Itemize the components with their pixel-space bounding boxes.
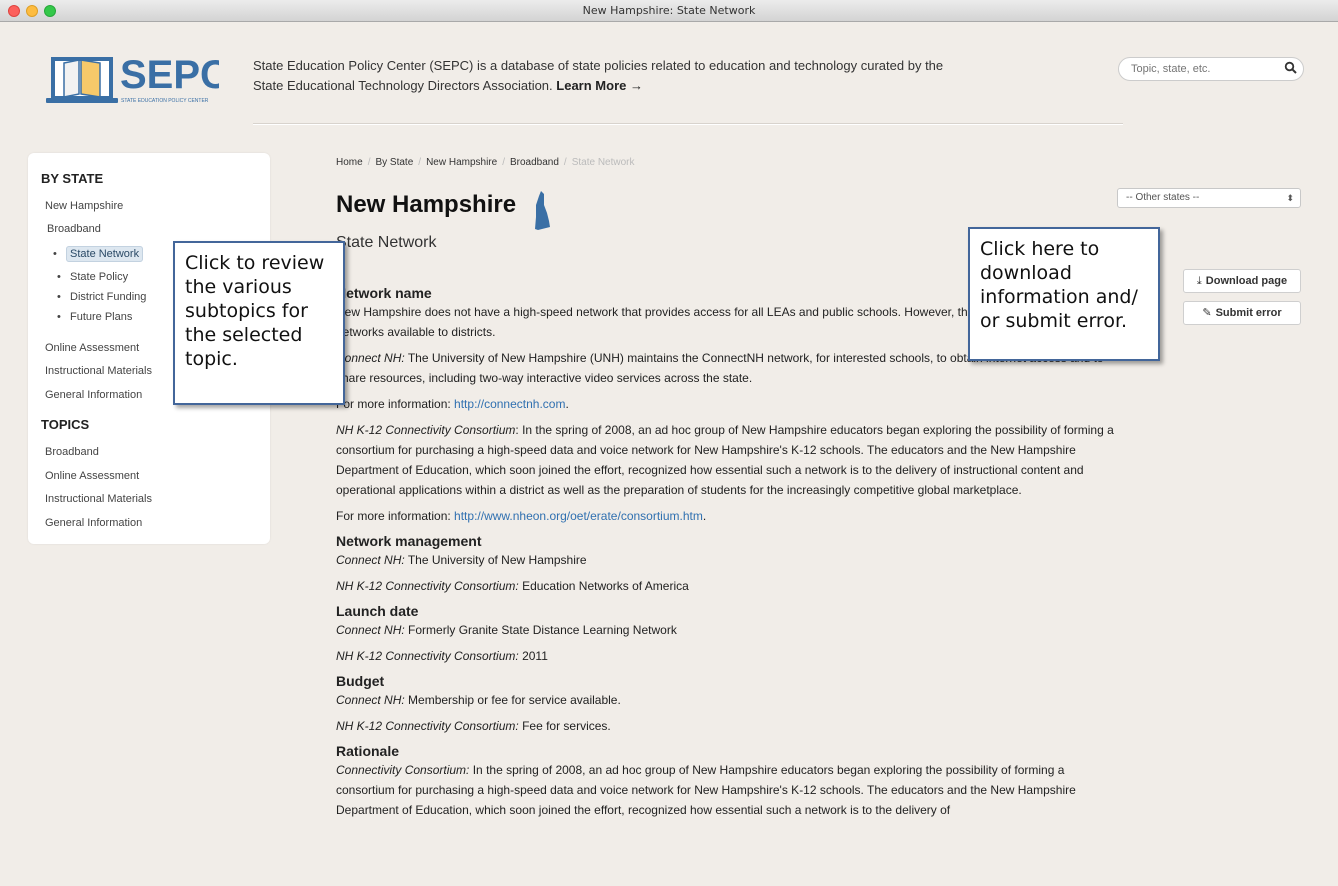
paragraph-text: .	[565, 397, 569, 411]
logo-subtext: STATE EDUCATION POLICY CENTER	[121, 98, 209, 104]
section-heading-launch-date: Launch date	[336, 603, 419, 619]
sidebar-item-instructional-materials[interactable]: Instructional Materials	[45, 365, 152, 377]
label-text: Connect NH:	[336, 623, 405, 637]
label-text: Connect NH:	[336, 351, 405, 365]
search-input[interactable]	[1118, 57, 1304, 81]
topic-instructional-materials[interactable]: Instructional Materials	[45, 493, 152, 505]
download-page-button[interactable]: ⤓ Download page	[1183, 269, 1301, 293]
section-heading-budget: Budget	[336, 673, 385, 689]
by-state-heading: BY STATE	[41, 171, 104, 186]
label-text: Connectivity Consortium:	[336, 763, 470, 777]
submit-error-button[interactable]: ✎ Submit error	[1183, 301, 1301, 325]
paragraph-text: .	[702, 509, 707, 523]
minimize-window-button[interactable]	[26, 5, 38, 17]
download-icon: ⤓	[1196, 275, 1202, 287]
header-divider	[253, 123, 1123, 125]
topic-general-information[interactable]: General Information	[45, 517, 142, 529]
section-heading-network-management: Network management	[336, 533, 482, 549]
paragraph-text: Formerly Granite State Distance Learning…	[404, 623, 677, 637]
label-text: NH K-12 Connectivity Consortium:	[336, 579, 519, 593]
paragraph: Connectivity Consortium: In the spring o…	[336, 760, 1116, 820]
close-window-button[interactable]	[8, 5, 20, 17]
callout-subtopics: Click to review the various subtopics fo…	[173, 241, 345, 405]
consortium-link[interactable]: http://www.nheon.org/oet/erate/consortiu…	[454, 509, 703, 523]
breadcrumb-by-state[interactable]: By State	[375, 157, 413, 168]
breadcrumb-new-hampshire[interactable]: New Hampshire	[426, 157, 497, 168]
label-text: NH K-12 Connectivity Consortium	[336, 423, 516, 437]
section-heading-rationale: Rationale	[336, 743, 400, 759]
other-states-select[interactable]: -- Other states -- ⬍	[1117, 188, 1301, 208]
topic-online-assessment[interactable]: Online Assessment	[45, 470, 139, 482]
breadcrumb-current: State Network	[571, 157, 635, 168]
sepc-logo[interactable]: SEPC STATE EDUCATION POLICY CENTER	[44, 50, 219, 106]
paragraph: NH K-12 Connectivity Consortium: Educati…	[336, 576, 1116, 596]
paragraph: NH K-12 Connectivity Consortium: Fee for…	[336, 716, 1116, 736]
label-text: Connect NH:	[336, 693, 405, 707]
page-subtitle: State Network	[336, 234, 437, 251]
paragraph-text: For more information:	[336, 509, 455, 523]
paragraph-text: Membership or fee for service available.	[404, 693, 621, 707]
sidebar-subtopic-district-funding[interactable]: District Funding	[57, 291, 146, 303]
other-states-select-value: -- Other states --	[1126, 192, 1200, 203]
label-text: NH K-12 Connectivity Consortium:	[336, 649, 519, 663]
sidebar-item-new-hampshire[interactable]: New Hampshire	[45, 200, 123, 212]
paragraph-text: For more information:	[336, 397, 455, 411]
connectnh-link[interactable]: http://connectnh.com	[454, 397, 565, 411]
topic-broadband[interactable]: Broadband	[45, 446, 99, 458]
paragraph-text: The University of New Hampshire	[404, 553, 587, 567]
paragraph: For more information: http://www.nheon.o…	[336, 506, 1116, 526]
logo-text: SEPC	[120, 53, 219, 97]
learn-more-link[interactable]: Learn More →	[556, 78, 643, 93]
sidebar-subtopic-state-policy[interactable]: State Policy	[57, 271, 128, 283]
zoom-window-button[interactable]	[44, 5, 56, 17]
topics-heading: TOPICS	[41, 417, 90, 432]
sidebar-item-broadband[interactable]: Broadband	[47, 223, 101, 235]
main-content: Network name New Hampshire does not have…	[336, 280, 1116, 826]
breadcrumb-broadband[interactable]: Broadband	[510, 157, 559, 168]
callout-download: Click here to download information and/ …	[968, 227, 1160, 361]
search-icon[interactable]	[1284, 61, 1298, 75]
sidebar-subtopic-state-network[interactable]: State Network	[53, 246, 144, 262]
label-text: Connect NH:	[336, 553, 405, 567]
paragraph: NH K-12 Connectivity Consortium: In the …	[336, 420, 1116, 500]
paragraph: Connect NH: Membership or fee for servic…	[336, 690, 1116, 710]
sidebar-item-general-information[interactable]: General Information	[45, 389, 142, 401]
paragraph-text: Fee for services.	[518, 719, 611, 733]
sidebar-subtopic-label: State Network	[66, 246, 144, 262]
paragraph: For more information: http://connectnh.c…	[336, 394, 1116, 414]
paragraph: Connect NH: Formerly Granite State Dista…	[336, 620, 1116, 640]
site-intro: State Education Policy Center (SEPC) is …	[253, 56, 973, 96]
label-text: NH K-12 Connectivity Consortium:	[336, 719, 519, 733]
page-title: New Hampshire	[336, 191, 517, 218]
new-hampshire-shape-icon	[535, 191, 550, 230]
submit-error-label: Submit error	[1215, 307, 1282, 319]
paragraph-text: 2011	[518, 649, 548, 663]
breadcrumb-home[interactable]: Home	[336, 157, 363, 168]
download-page-label: Download page	[1205, 275, 1288, 287]
paragraph: Connect NH: The University of New Hampsh…	[336, 550, 1116, 570]
edit-icon: ✎	[1202, 307, 1212, 319]
paragraph: NH K-12 Connectivity Consortium: 2011	[336, 646, 1116, 666]
window-titlebar: New Hampshire: State Network	[0, 0, 1338, 22]
breadcrumb: Home / By State / New Hampshire / Broadband / St…	[336, 157, 635, 168]
sidebar-subtopic-future-plans[interactable]: Future Plans	[57, 311, 132, 323]
window-title: New Hampshire: State Network	[582, 4, 756, 17]
sidebar-item-online-assessment[interactable]: Online Assessment	[45, 342, 139, 354]
paragraph-text: Education Networks of America	[518, 579, 689, 593]
select-arrows-icon: ⬍	[1286, 193, 1294, 203]
